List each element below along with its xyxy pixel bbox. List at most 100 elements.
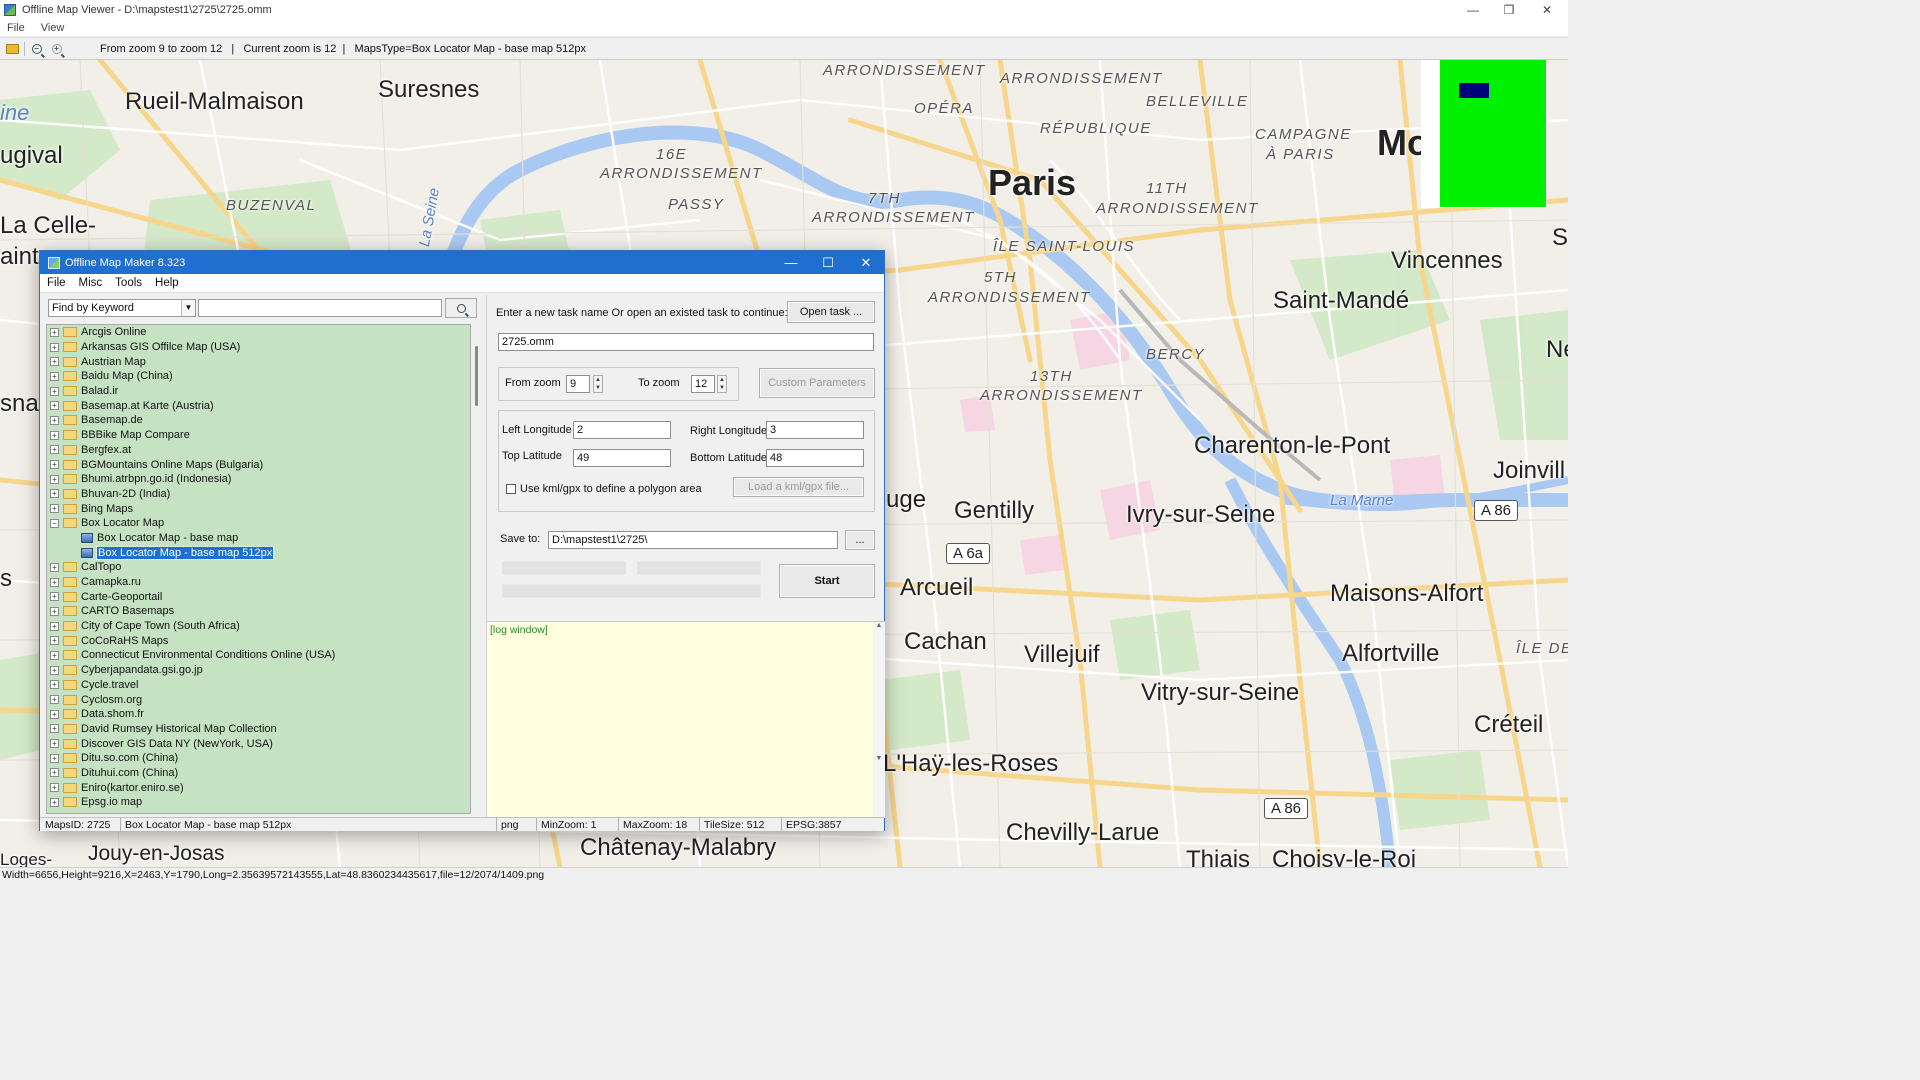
menu-view[interactable]: View xyxy=(41,22,65,34)
tree-item[interactable]: + Cyberjapandata.gsi.go.jp xyxy=(47,663,470,678)
dialog-menu-misc[interactable]: Misc xyxy=(79,277,103,289)
expand-icon[interactable]: + xyxy=(50,783,59,793)
expand-icon[interactable]: + xyxy=(50,636,59,646)
from-zoom-spinner[interactable]: ▲ ▼ xyxy=(593,375,603,393)
tree-item[interactable]: + BBBike Map Compare xyxy=(47,428,470,443)
load-kml-button[interactable]: Load a kml/gpx file... xyxy=(733,477,864,497)
tree-item[interactable]: Box Locator Map - base map xyxy=(47,531,470,546)
dialog-menu-tools[interactable]: Tools xyxy=(115,277,142,289)
search-mode-select[interactable]: Find by Keyword ▼ xyxy=(48,299,196,317)
zoom-in-icon[interactable]: + xyxy=(49,41,64,56)
tree-item[interactable]: + Bhuvan-2D (India) xyxy=(47,487,470,502)
tree-item[interactable]: + Discover GIS Data NY (NewYork, USA) xyxy=(47,736,470,751)
bottom-latitude-input[interactable]: 48 xyxy=(766,449,864,467)
right-longitude-input[interactable]: 3 xyxy=(766,421,864,439)
tree-item[interactable]: + Epsg.io map xyxy=(47,795,470,810)
expand-icon[interactable]: + xyxy=(50,401,59,411)
expand-icon[interactable]: + xyxy=(50,680,59,690)
tree-item[interactable]: + David Rumsey Historical Map Collection xyxy=(47,722,470,737)
tree-item[interactable]: + CalTopo xyxy=(47,560,470,575)
tree-item[interactable]: + Arkansas GIS Offilce Map (USA) xyxy=(47,340,470,355)
collapse-icon[interactable]: − xyxy=(50,518,59,528)
tree-item[interactable]: + Balad.ir xyxy=(47,384,470,399)
open-folder-icon[interactable] xyxy=(5,41,20,56)
custom-parameters-button[interactable]: Custom Parameters xyxy=(759,368,875,398)
expand-icon[interactable]: + xyxy=(50,474,59,484)
expand-icon[interactable]: + xyxy=(50,415,59,425)
dialog-title-bar[interactable]: Offline Map Maker 8.323 — ☐ ✕ xyxy=(40,251,884,274)
expand-icon[interactable]: + xyxy=(50,768,59,778)
tree-item[interactable]: + Baidu Map (China) xyxy=(47,369,470,384)
expand-icon[interactable]: + xyxy=(50,665,59,675)
from-zoom-input[interactable]: 9 xyxy=(566,375,590,393)
top-latitude-input[interactable]: 49 xyxy=(573,449,671,467)
expand-icon[interactable]: + xyxy=(50,489,59,499)
task-name-input[interactable]: 2725.omm xyxy=(498,333,874,351)
tree-item[interactable]: + Basemap.de xyxy=(47,413,470,428)
tree-scrollbar-thumb[interactable] xyxy=(475,346,478,406)
tree-item[interactable]: + Bhumi.atrbpn.go.id (Indonesia) xyxy=(47,472,470,487)
expand-icon[interactable]: + xyxy=(50,504,59,514)
tree-item[interactable]: + Connecticut Environmental Conditions On… xyxy=(47,648,470,663)
menu-file[interactable]: File xyxy=(7,22,25,34)
tree-item[interactable]: + CoCoRaHS Maps xyxy=(47,633,470,648)
chevron-down-icon[interactable]: ▼ xyxy=(181,300,195,316)
dialog-close-button[interactable]: ✕ xyxy=(847,251,885,274)
tree-item[interactable]: + Cycle.travel xyxy=(47,678,470,693)
tree-item[interactable]: + CARTO Basemaps xyxy=(47,604,470,619)
tree-item[interactable]: + City of Cape Town (South Africa) xyxy=(47,619,470,634)
tree-item[interactable]: Box Locator Map - base map 512px xyxy=(47,545,470,560)
keyword-search-input[interactable] xyxy=(198,299,442,317)
dialog-minimize-button[interactable]: — xyxy=(772,251,810,274)
tree-item[interactable]: + BGMountains Online Maps (Bulgaria) xyxy=(47,457,470,472)
tree-item[interactable]: + Eniro(kartor.eniro.se) xyxy=(47,780,470,795)
minimap-viewport-marker[interactable] xyxy=(1459,83,1489,98)
left-longitude-input[interactable]: 2 xyxy=(573,421,671,439)
expand-icon[interactable]: + xyxy=(50,430,59,440)
dialog-menu-file[interactable]: File xyxy=(47,277,66,289)
expand-icon[interactable]: + xyxy=(50,386,59,396)
dialog-menu-help[interactable]: Help xyxy=(155,277,179,289)
tree-item[interactable]: + Austrian Map xyxy=(47,354,470,369)
expand-icon[interactable]: + xyxy=(50,797,59,807)
log-scrollbar[interactable]: ▲ ▼ xyxy=(873,622,885,818)
tree-item[interactable]: + Arcgis Online xyxy=(47,325,470,340)
tree-item[interactable]: + Ditu.so.com (China) xyxy=(47,751,470,766)
expand-icon[interactable]: + xyxy=(50,739,59,749)
expand-icon[interactable]: + xyxy=(50,650,59,660)
tree-item[interactable]: + Camapka.ru xyxy=(47,575,470,590)
log-window[interactable]: [log window] ▲ ▼ xyxy=(487,621,885,818)
expand-icon[interactable]: + xyxy=(50,460,59,470)
map-source-tree[interactable]: + Arcgis Online + Arkansas GIS Offilce Map … xyxy=(46,324,471,814)
start-button[interactable]: Start xyxy=(779,564,875,598)
expand-icon[interactable]: + xyxy=(50,445,59,455)
expand-icon[interactable]: + xyxy=(50,592,59,602)
expand-icon[interactable]: + xyxy=(50,753,59,763)
overview-minimap[interactable] xyxy=(1421,60,1547,208)
tree-scrollbar[interactable] xyxy=(473,324,481,814)
expand-icon[interactable]: + xyxy=(50,724,59,734)
tree-item[interactable]: + Bing Maps xyxy=(47,501,470,516)
expand-icon[interactable]: + xyxy=(50,709,59,719)
to-zoom-input[interactable]: 12 xyxy=(691,375,715,393)
tree-item[interactable]: + Bergfex.at xyxy=(47,443,470,458)
tree-item[interactable]: + Dituhui.com (China) xyxy=(47,766,470,781)
tree-item[interactable]: + Cyclosm.org xyxy=(47,692,470,707)
expand-icon[interactable]: + xyxy=(50,695,59,705)
search-button[interactable] xyxy=(445,298,477,318)
expand-icon[interactable]: + xyxy=(50,342,59,352)
tree-item[interactable]: + Basemap.at Karte (Austria) xyxy=(47,398,470,413)
expand-icon[interactable]: + xyxy=(50,621,59,631)
minimize-button[interactable]: — xyxy=(1455,0,1491,19)
restore-button[interactable]: ❐ xyxy=(1491,0,1527,19)
browse-button[interactable]: ... xyxy=(845,530,875,550)
save-to-input[interactable]: D:\mapstest1\2725\ xyxy=(548,531,838,549)
expand-icon[interactable]: + xyxy=(50,357,59,367)
tree-item[interactable]: + Carte-Geoportail xyxy=(47,589,470,604)
expand-icon[interactable]: + xyxy=(50,577,59,587)
tree-item[interactable]: − Box Locator Map xyxy=(47,516,470,531)
tree-item[interactable]: + Data.shom.fr xyxy=(47,707,470,722)
close-button[interactable]: ✕ xyxy=(1529,0,1565,19)
expand-icon[interactable]: + xyxy=(50,562,59,572)
open-task-button[interactable]: Open task ... xyxy=(787,301,875,323)
